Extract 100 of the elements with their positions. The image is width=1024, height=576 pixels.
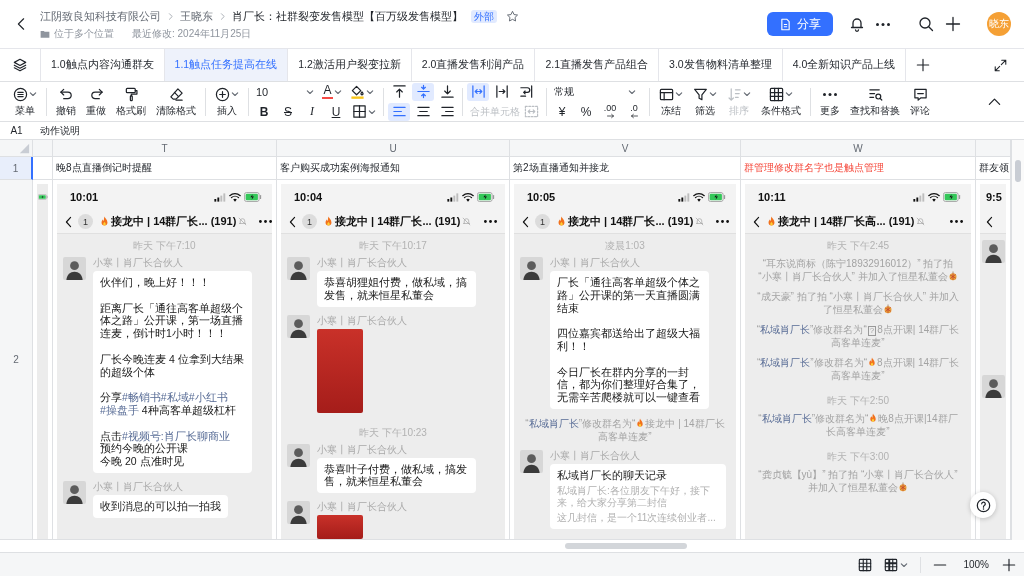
increase-decimal-button[interactable]: .00 — [599, 102, 621, 121]
undo-button[interactable]: 撤销 — [51, 84, 81, 119]
sheet-tab[interactable]: 1.2激活用户裂变拉新 — [288, 49, 412, 81]
message-text: 恭喜叶子付费，做私域，搞发售，就来恒星私董会 — [324, 462, 468, 489]
align-middle-button[interactable] — [412, 82, 434, 101]
freeze-button[interactable]: 冻结 — [654, 84, 688, 119]
sheet-tab[interactable]: 4.0全新知识产品上线 — [782, 49, 907, 81]
share-button[interactable]: 分享 — [767, 12, 833, 36]
breadcrumb-link[interactable]: 王晓东 — [180, 8, 213, 24]
font-size-select[interactable]: 10 — [253, 82, 317, 101]
table-icon — [769, 86, 784, 102]
find-replace-button[interactable]: 查找和替换 — [845, 84, 905, 119]
search-icon[interactable] — [918, 16, 934, 32]
back-chevron-icon — [753, 215, 760, 228]
table-cell[interactable]: 第2场直播通知并接龙 — [510, 157, 741, 180]
cell-reference[interactable]: A1 — [0, 125, 33, 136]
table-cell[interactable]: 晚8点直播倒记时提醒 — [53, 157, 277, 180]
sheet-tab[interactable]: 1.0触点内容沟通群友 — [40, 49, 165, 81]
format-painter-button[interactable]: 格式刷 — [111, 84, 151, 119]
redo-button[interactable]: 重做 — [81, 84, 111, 119]
freeze-grid-icon[interactable] — [884, 557, 899, 572]
formula-field[interactable]: 动作说明 — [33, 123, 1024, 138]
message-text: 厂长「通往高客单超级个体之路」公开课的第一天直播圆满结束 — [557, 276, 701, 315]
column-header[interactable]: T — [53, 140, 277, 157]
unread-badge: 1 — [78, 214, 93, 229]
unread-badge: 1 — [535, 214, 550, 229]
number-format-select[interactable]: 常规 — [551, 82, 639, 101]
filter-icon — [693, 86, 708, 102]
sheet-tab[interactable]: 2.1直播发售产品组合 — [535, 49, 660, 81]
message-text: 分享#畅销书#私域#小红书 #操盘手 4种高客单超级杠杆 — [100, 391, 237, 417]
zoom-level[interactable]: 100% — [963, 559, 989, 570]
avatar-placeholder — [63, 257, 86, 280]
avatar-placeholder — [287, 314, 310, 338]
text-overflow-button[interactable] — [467, 82, 489, 101]
card-title: 私域肖厂长的聊天记录 — [557, 468, 668, 482]
percent-button[interactable]: % — [575, 102, 597, 121]
filter-button[interactable]: 筛选 — [688, 84, 722, 119]
paint-bucket-icon — [350, 84, 365, 99]
chevron-right-icon — [218, 11, 227, 21]
bell-icon[interactable] — [849, 16, 865, 32]
sheet-tab[interactable]: 3.0发售物料清单整理 — [659, 49, 783, 81]
plus-icon[interactable] — [945, 16, 961, 32]
caret-down-icon[interactable] — [900, 560, 909, 569]
more-button[interactable]: 更多 — [815, 84, 845, 119]
chat-title: 接龙中 | 14群厂长高... (191) — [766, 214, 915, 229]
corner-cell[interactable] — [0, 140, 33, 157]
document-icon — [779, 17, 792, 31]
column-header[interactable]: W — [741, 140, 976, 157]
arrow-right-icon — [605, 113, 615, 119]
grid-view-icon[interactable] — [858, 557, 873, 572]
breadcrumb-link[interactable]: 江阴致良知科技有限公司 — [40, 8, 161, 24]
layers-icon[interactable] — [13, 58, 27, 72]
insert-button[interactable]: 插入 — [210, 84, 244, 119]
sheet-tab[interactable]: 2.0直播发售利润产品 — [411, 49, 536, 81]
font-color-button[interactable]: A — [319, 82, 345, 101]
chat-title: 接龙中 | 14群厂长... (191) — [99, 214, 237, 229]
table-cell[interactable]: 客户购买成功案例海报通知 — [277, 157, 510, 180]
clear-format-button[interactable]: 清除格式 — [151, 84, 201, 119]
bold-button[interactable]: B — [253, 102, 275, 121]
more-icon[interactable] — [876, 22, 890, 26]
column-header[interactable]: U — [277, 140, 510, 157]
row-header[interactable]: 1 — [0, 157, 33, 180]
expand-icon[interactable] — [994, 58, 1007, 72]
avatar-placeholder — [287, 501, 310, 525]
star-icon[interactable] — [506, 9, 519, 23]
row-header[interactable]: 2 — [0, 180, 33, 540]
align-middle-icon — [415, 84, 431, 99]
decrease-decimal-button[interactable]: .0 — [623, 102, 645, 121]
back-chevron-icon — [289, 215, 296, 228]
table-cell[interactable] — [33, 157, 53, 180]
column-header[interactable]: V — [510, 140, 741, 157]
align-left-button[interactable] — [388, 102, 410, 121]
fire-icon — [635, 418, 646, 429]
strikethrough-button[interactable]: S — [277, 102, 299, 121]
message-text: 收到消息的可以拍一拍我 — [100, 499, 221, 513]
plus-icon[interactable] — [916, 58, 931, 72]
sheet-tab[interactable]: 1.1触点任务提高在线 — [164, 49, 289, 81]
align-right-icon — [439, 104, 455, 119]
table-cell[interactable]: 群管理修改群名字也是触点管理 — [741, 157, 976, 180]
back-chevron-icon — [522, 215, 529, 228]
eraser-icon — [168, 86, 184, 102]
vertical-scrollbar[interactable] — [1015, 160, 1021, 182]
conditional-format-button[interactable]: 条件格式 — [756, 84, 806, 119]
confetti-ball-icon — [947, 271, 958, 282]
currency-button[interactable]: ¥ — [551, 102, 573, 121]
more-icon — [484, 220, 497, 223]
location-text: 位于多个位置 — [54, 27, 114, 41]
horizontal-scrollbar[interactable] — [565, 543, 687, 549]
avatar-placeholder — [287, 443, 310, 467]
menu-button[interactable]: 菜单 — [8, 84, 42, 119]
redo-icon — [88, 86, 104, 102]
status-time: 9:5 — [986, 191, 1002, 203]
message-text: 厂长今晚连麦 4 位拿到大结果的超级个体 — [100, 352, 245, 379]
missing-glyph: ? — [867, 326, 877, 336]
underline-button[interactable]: U — [325, 102, 347, 121]
comment-button[interactable]: 评论 — [905, 84, 935, 119]
confetti-ball-icon — [898, 482, 908, 493]
plus-icon[interactable] — [1002, 557, 1016, 572]
italic-button[interactable]: I — [301, 102, 323, 121]
avatar-placeholder — [520, 449, 543, 473]
